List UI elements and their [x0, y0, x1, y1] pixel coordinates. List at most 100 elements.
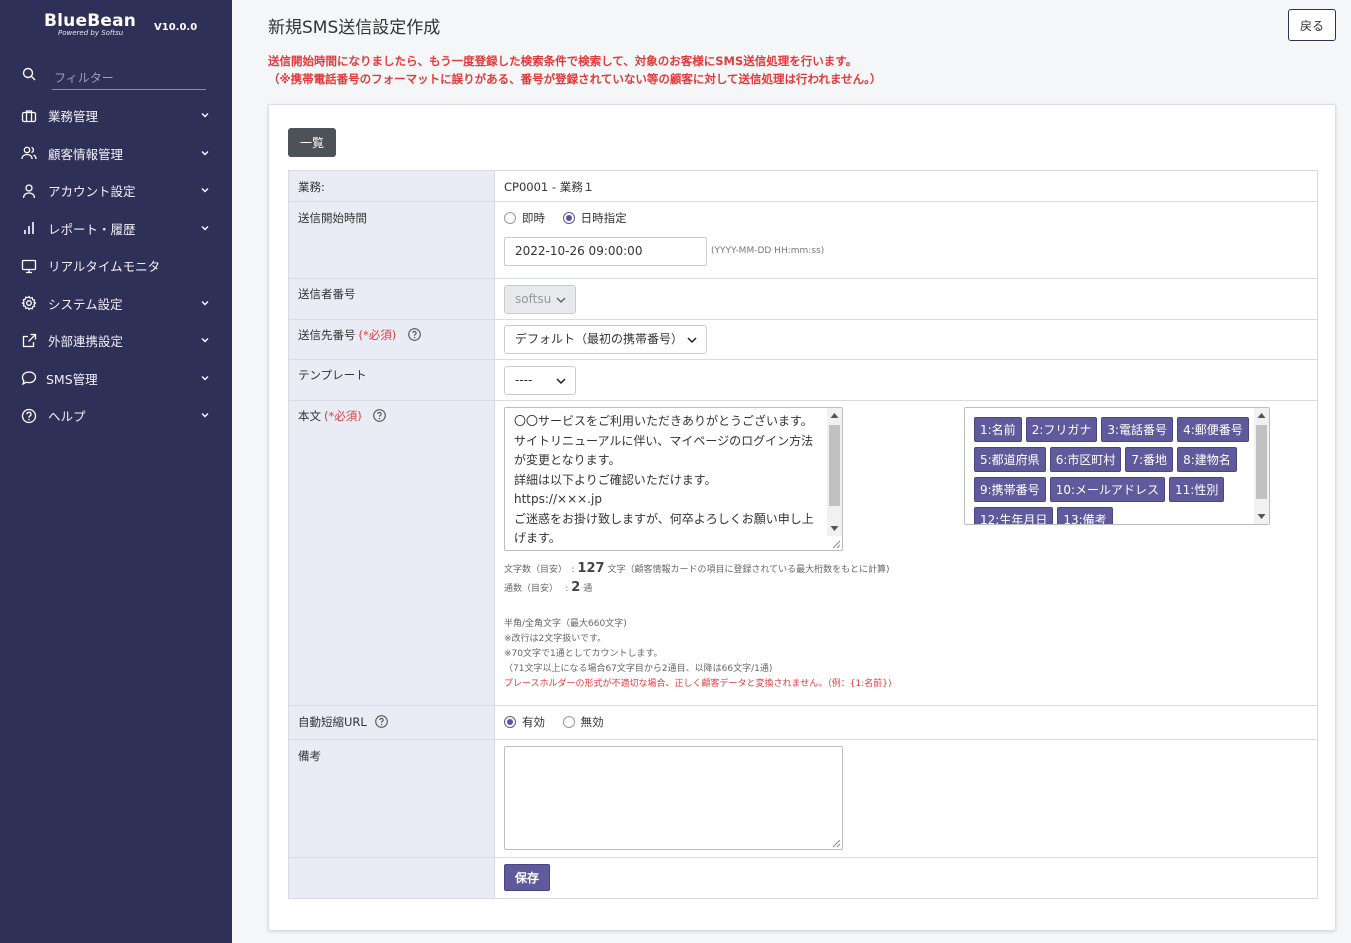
sms-settings-form: 業務: CP0001 - 業務１ 送信開始時間 即時 日時指定 2022-10-… [288, 170, 1318, 899]
radio-immediate[interactable]: 即時 [504, 210, 545, 226]
sidebar-item-business[interactable]: 業務管理 [0, 97, 232, 135]
chevron-down-icon [201, 225, 209, 230]
label-short-url: 自動短縮URL [289, 706, 495, 739]
list-button[interactable]: 一覧 [288, 128, 336, 157]
sidebar-item-label: 業務管理 [48, 109, 99, 125]
recipient-select[interactable]: デフォルト（最初の携帯番号） [504, 325, 707, 354]
note-line: （71文字以上になる場合67文字目から2通目、以降は66文字/1通) [504, 664, 773, 674]
help-icon[interactable] [373, 409, 387, 422]
sidebar-item-monitor[interactable]: リアルタイムモニタ [0, 247, 232, 285]
radio-circle-selected[interactable] [504, 716, 516, 728]
placeholder-tags: 1:名前 2:フリガナ 3:電話番号 4:郵便番号 5:都道府県 6:市区町村 7:番地 8:… [970, 417, 1255, 524]
label-remarks: 備考 [289, 740, 495, 857]
search-icon [22, 67, 36, 81]
logo-name: BlueBean [44, 11, 137, 31]
scrollbar-thumb[interactable] [1256, 425, 1267, 499]
back-button[interactable]: 戻る [1288, 9, 1336, 41]
sidebar-item-sms[interactable]: SMS管理 [0, 360, 232, 398]
chevron-down-icon [556, 297, 566, 304]
label-sender: 送信者番号 [289, 279, 495, 319]
external-link-icon [21, 333, 37, 349]
body-field: 〇〇サービスをご利用いただきありがとうございます。 サイトリニューアルに伴い、マ… [495, 401, 1317, 705]
gear-icon [21, 295, 37, 311]
page-title: 新規SMS送信設定作成 [268, 18, 441, 38]
logo[interactable]: BlueBean Powered by Softsu [44, 11, 136, 37]
filter-field[interactable]: フィルター [20, 64, 206, 90]
radio-disabled[interactable]: 無効 [562, 714, 604, 730]
sender-value: softsu [515, 292, 552, 306]
recipient-label: 送信先番号 [298, 328, 356, 342]
template-select[interactable]: ---- [504, 366, 576, 395]
message-count: 通数（目安） : 2 通 [504, 580, 592, 595]
short-url-label: 自動短縮URL [298, 715, 367, 729]
row-start-time: 送信開始時間 即時 日時指定 2022-10-26 09:00:00 (YYYY… [289, 202, 1317, 279]
help-icon[interactable] [408, 328, 421, 341]
sidebar-item-system[interactable]: システム設定 [0, 285, 232, 323]
sidebar-item-label: リアルタイムモニタ [48, 259, 161, 275]
sidebar-item-label: 外部連携設定 [48, 334, 124, 350]
placeholder-warning: プレースホルダーの形式が不適切な場合、正しく顧客データと変換されません。（例：{… [504, 679, 892, 689]
remarks-field [495, 740, 1317, 857]
placeholder-scrollbar[interactable] [1254, 408, 1269, 524]
sidebar-item-help[interactable]: ヘルプ [0, 397, 232, 435]
body-scrollbar[interactable] [827, 408, 842, 536]
form-card: 一覧 業務: CP0001 - 業務１ 送信開始時間 即時 日時指定 2022-… [268, 104, 1336, 931]
start-time-field: 即時 日時指定 2022-10-26 09:00:00 (YYYY-MM-DD … [495, 202, 1317, 278]
resize-handle-icon[interactable] [830, 837, 841, 848]
radio-label: 有効 [522, 715, 545, 729]
row-short-url: 自動短縮URL 有効 無効 [289, 706, 1317, 740]
char-count-suffix: 文字（顧客情報カードの項目に登録されている最大桁数をもとに計算) [607, 565, 890, 575]
placeholder-tag[interactable]: 6:市区町村 [1049, 447, 1122, 472]
save-button[interactable]: 保存 [504, 864, 550, 891]
sidebar-item-account[interactable]: アカウント設定 [0, 172, 232, 210]
placeholder-tag[interactable]: 3:電話番号 [1101, 417, 1174, 442]
radio-datetime[interactable]: 日時指定 [562, 210, 627, 226]
sidebar-item-customers[interactable]: 顧客情報管理 [0, 135, 232, 173]
help-icon[interactable] [375, 715, 389, 728]
resize-handle-icon[interactable] [830, 538, 841, 549]
char-count: 文字数（目安） : 127 文字（顧客情報カードの項目に登録されている最大桁数を… [504, 561, 890, 576]
radio-circle[interactable] [504, 212, 516, 224]
scroll-down-icon[interactable] [1257, 513, 1266, 520]
sidebar-item-label: システム設定 [48, 296, 123, 312]
placeholder-tag[interactable]: 10:メールアドレス [1049, 477, 1166, 502]
datetime-input[interactable]: 2022-10-26 09:00:00 [504, 237, 707, 266]
radio-enabled[interactable]: 有効 [504, 714, 545, 730]
sidebar-item-label: SMS管理 [46, 371, 98, 387]
business-value: CP0001 - 業務１ [504, 180, 595, 194]
placeholder-tag[interactable]: 4:郵便番号 [1177, 417, 1249, 442]
placeholder-tag[interactable]: 1:名前 [974, 417, 1022, 442]
chevron-down-icon [201, 150, 209, 155]
radio-circle[interactable] [562, 716, 575, 728]
scroll-up-icon[interactable] [830, 412, 839, 419]
placeholder-tag[interactable]: 5:都道府県 [974, 447, 1046, 472]
sidebar-item-integration[interactable]: 外部連携設定 [0, 322, 232, 360]
label-recipient: 送信先番号 (*必須) [289, 320, 495, 359]
radio-label: 無効 [580, 715, 604, 729]
placeholder-tag[interactable]: 13:備考 [1057, 507, 1113, 524]
help-circle-icon [21, 408, 37, 424]
message-count-value: 2 [571, 580, 581, 595]
label-template: テンプレート [289, 360, 495, 400]
placeholder-tag[interactable]: 9:携帯番号 [974, 477, 1046, 502]
sidebar-item-label: レポート・履歴 [48, 221, 136, 237]
notice-line: 送信開始時間になりましたら、もう一度登録した検索条件で検索して、対象のお客様にS… [268, 54, 858, 68]
sidebar-item-reports[interactable]: レポート・履歴 [0, 210, 232, 248]
sender-field: softsu [495, 279, 1317, 319]
placeholder-tag[interactable]: 11:性別 [1169, 477, 1225, 502]
placeholder-tag[interactable]: 8:建物名 [1177, 447, 1237, 472]
remarks-textarea[interactable] [504, 746, 843, 850]
filter-underline [52, 89, 206, 90]
char-count-label: 文字数（目安） : [504, 565, 575, 575]
scrollbar-thumb[interactable] [829, 425, 840, 506]
filter-input[interactable]: フィルター [54, 69, 114, 86]
user-icon [21, 183, 37, 199]
body-textarea[interactable]: 〇〇サービスをご利用いただきありがとうございます。 サイトリニューアルに伴い、マ… [504, 407, 843, 551]
scroll-up-icon[interactable] [1257, 412, 1266, 419]
placeholder-tag[interactable]: 7:番地 [1125, 447, 1174, 472]
placeholder-tag[interactable]: 2:フリガナ [1025, 417, 1098, 442]
scroll-down-icon[interactable] [830, 525, 839, 532]
radio-circle-selected[interactable] [562, 212, 575, 224]
placeholder-tag[interactable]: 12:生年月日 [974, 507, 1054, 524]
chat-bubble-icon [21, 370, 37, 386]
